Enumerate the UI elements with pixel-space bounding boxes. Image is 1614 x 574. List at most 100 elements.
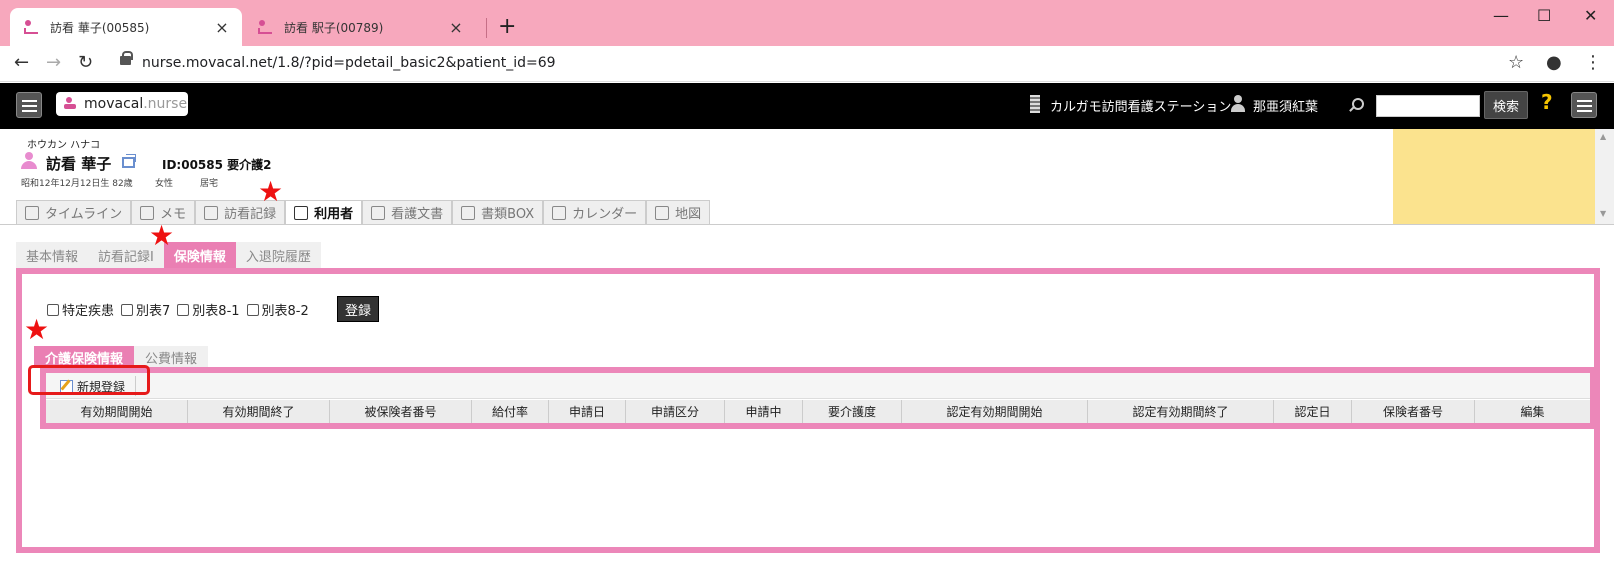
timeline-icon: [25, 205, 39, 220]
back-icon[interactable]: ←: [14, 52, 29, 73]
flag-checkboxes: 特定疾患 別表7 別表8-1 別表8-2: [47, 300, 316, 319]
user-name[interactable]: 那亜須紅葉: [1253, 96, 1318, 115]
logo-mark-icon: [64, 97, 78, 111]
forward-icon[interactable]: →: [46, 52, 61, 73]
station-name: カルガモ訪問看護ステーション: [1050, 100, 1232, 115]
tab-nursing-docs[interactable]: 看護文書: [362, 200, 453, 224]
pdf-icon: [371, 205, 386, 220]
checkbox-table8-2[interactable]: 別表8-2: [246, 300, 309, 319]
tab-label: 看護文書: [391, 207, 444, 222]
col-valid-start[interactable]: 有効期間開始: [46, 400, 188, 423]
logo-text: movacal: [84, 96, 144, 112]
patient-birth: 昭和12年12月12日生 82歳: [21, 179, 133, 189]
map-icon: [655, 205, 670, 220]
checkbox-table7[interactable]: 別表7: [121, 300, 170, 319]
checkbox-box[interactable]: [121, 303, 134, 316]
browser-tab-title: 訪看 駅子(00789): [284, 20, 384, 35]
building-icon: [1030, 95, 1040, 113]
search-button[interactable]: 検索: [1484, 91, 1528, 119]
help-icon[interactable]: ?: [1541, 90, 1553, 114]
new-window-icon[interactable]: [122, 154, 136, 168]
tab-timeline[interactable]: タイムライン: [16, 200, 132, 224]
box-icon: [461, 205, 476, 220]
register-button[interactable]: 登録: [337, 296, 379, 322]
scroll-down-icon[interactable]: ▼: [1600, 209, 1606, 218]
col-application-type[interactable]: 申請区分: [626, 400, 725, 423]
window-close-icon[interactable]: ✕: [1584, 6, 1597, 25]
patient-name: 訪看 華子: [46, 155, 112, 173]
scrollbar[interactable]: ▲ ▼: [1595, 129, 1614, 224]
edit-icon: [204, 205, 219, 220]
tab-label: カレンダー: [572, 207, 638, 222]
col-edit[interactable]: 編集: [1475, 400, 1590, 423]
checkbox-box[interactable]: [177, 303, 190, 316]
insurance-panel: 特定疾患 別表7 別表8-1 別表8-2 登録 介護保険情報 公費情報 新規登録…: [16, 268, 1600, 553]
col-cert-end[interactable]: 認定有効期間終了: [1088, 400, 1274, 423]
col-care-level[interactable]: 要介護度: [803, 400, 902, 423]
tab-calendar[interactable]: カレンダー: [543, 200, 647, 224]
tab-document-box[interactable]: 書類BOX: [452, 200, 544, 224]
table-toolbar: 新規登録: [46, 373, 1590, 399]
checkbox-specific-disease[interactable]: 特定疾患: [47, 300, 114, 319]
patient-kana: ホウカン ハナコ: [27, 140, 101, 151]
annotation-star-icon: ★: [258, 175, 284, 208]
tab-patient[interactable]: 利用者: [285, 200, 363, 224]
calendar-icon: [552, 205, 567, 220]
scroll-up-icon[interactable]: ▲: [1600, 132, 1606, 141]
checkbox-box[interactable]: [246, 303, 259, 316]
maximize-icon[interactable]: ☐: [1537, 6, 1551, 25]
browser-tab-title: 訪看 華子(00585): [50, 20, 150, 35]
col-cert-start[interactable]: 認定有効期間開始: [902, 400, 1088, 423]
app-logo[interactable]: movacal .nurse: [56, 92, 188, 116]
close-icon[interactable]: ×: [448, 18, 464, 37]
logo-suffix: .nurse: [143, 96, 188, 112]
notice-panel: [1393, 129, 1595, 224]
col-valid-end[interactable]: 有効期間終了: [188, 400, 330, 423]
person-icon: [20, 152, 38, 170]
account-icon[interactable]: ●: [1546, 52, 1562, 73]
close-icon[interactable]: ×: [214, 18, 230, 37]
address-bar: ← → ↻ nurse.movacal.net/1.8/?pid=pdetail…: [0, 46, 1614, 82]
reload-icon[interactable]: ↻: [78, 52, 93, 73]
checkbox-label: 別表7: [136, 304, 171, 319]
tab-map[interactable]: 地図: [646, 200, 711, 224]
user-icon: [1230, 95, 1246, 113]
col-insurer-number[interactable]: 保険者番号: [1352, 400, 1475, 423]
search-input[interactable]: [1376, 95, 1480, 117]
new-tab-icon[interactable]: +: [498, 14, 516, 39]
browser-menu-icon[interactable]: ⋮: [1584, 52, 1602, 73]
tab-divider: [0, 224, 1614, 225]
checkbox-label: 特定疾患: [62, 304, 115, 319]
col-application-date[interactable]: 申請日: [549, 400, 626, 423]
subtab-basic-info[interactable]: 基本情報: [16, 242, 89, 268]
url-field[interactable]: nurse.movacal.net/1.8/?pid=pdetail_basic…: [142, 55, 556, 71]
right-menu-icon[interactable]: [1571, 92, 1597, 118]
movacal-favicon-icon: [256, 19, 272, 35]
subtab-hospital-history[interactable]: 入退院履歴: [235, 242, 321, 268]
col-pending[interactable]: 申請中: [725, 400, 803, 423]
movacal-favicon-icon: [22, 19, 38, 35]
browser-tab[interactable]: 訪看 駅子(00789) ×: [244, 8, 476, 46]
tab-label: 地図: [675, 207, 702, 222]
bookmark-star-icon[interactable]: ☆: [1508, 52, 1524, 73]
menu-icon[interactable]: [16, 92, 42, 118]
patient-card-icon: [294, 205, 309, 220]
annotation-highlight-box: [28, 365, 150, 395]
tab-label: 利用者: [314, 207, 354, 222]
browser-tab-active[interactable]: 訪看 華子(00585) ×: [10, 8, 242, 46]
col-cert-date[interactable]: 認定日: [1274, 400, 1352, 423]
care-insurance-table: 新規登録 有効期間開始 有効期間終了 被保険者番号 給付率 申請日 申請区分 申…: [40, 367, 1596, 429]
table-header: 有効期間開始 有効期間終了 被保険者番号 給付率 申請日 申請区分 申請中 要介…: [46, 400, 1590, 423]
tab-label: タイムライン: [45, 207, 123, 222]
minimize-icon[interactable]: —: [1493, 6, 1509, 25]
col-insured-number[interactable]: 被保険者番号: [330, 400, 472, 423]
app-header: movacal .nurse カルガモ訪問看護ステーション 那亜須紅葉 検索 ?: [0, 83, 1614, 129]
browser-tab-bar: 訪看 華子(00585) × 訪看 駅子(00789) × + — ☐ ✕: [0, 0, 1614, 46]
pencil-icon: [140, 205, 155, 220]
checkbox-table8-1[interactable]: 別表8-1: [177, 300, 240, 319]
tab-label: 書類BOX: [481, 207, 535, 222]
lock-icon: [120, 51, 133, 65]
tab-separator: [486, 18, 487, 38]
subtab-insurance[interactable]: 保険情報: [163, 242, 236, 268]
col-benefit-rate[interactable]: 給付率: [472, 400, 549, 423]
